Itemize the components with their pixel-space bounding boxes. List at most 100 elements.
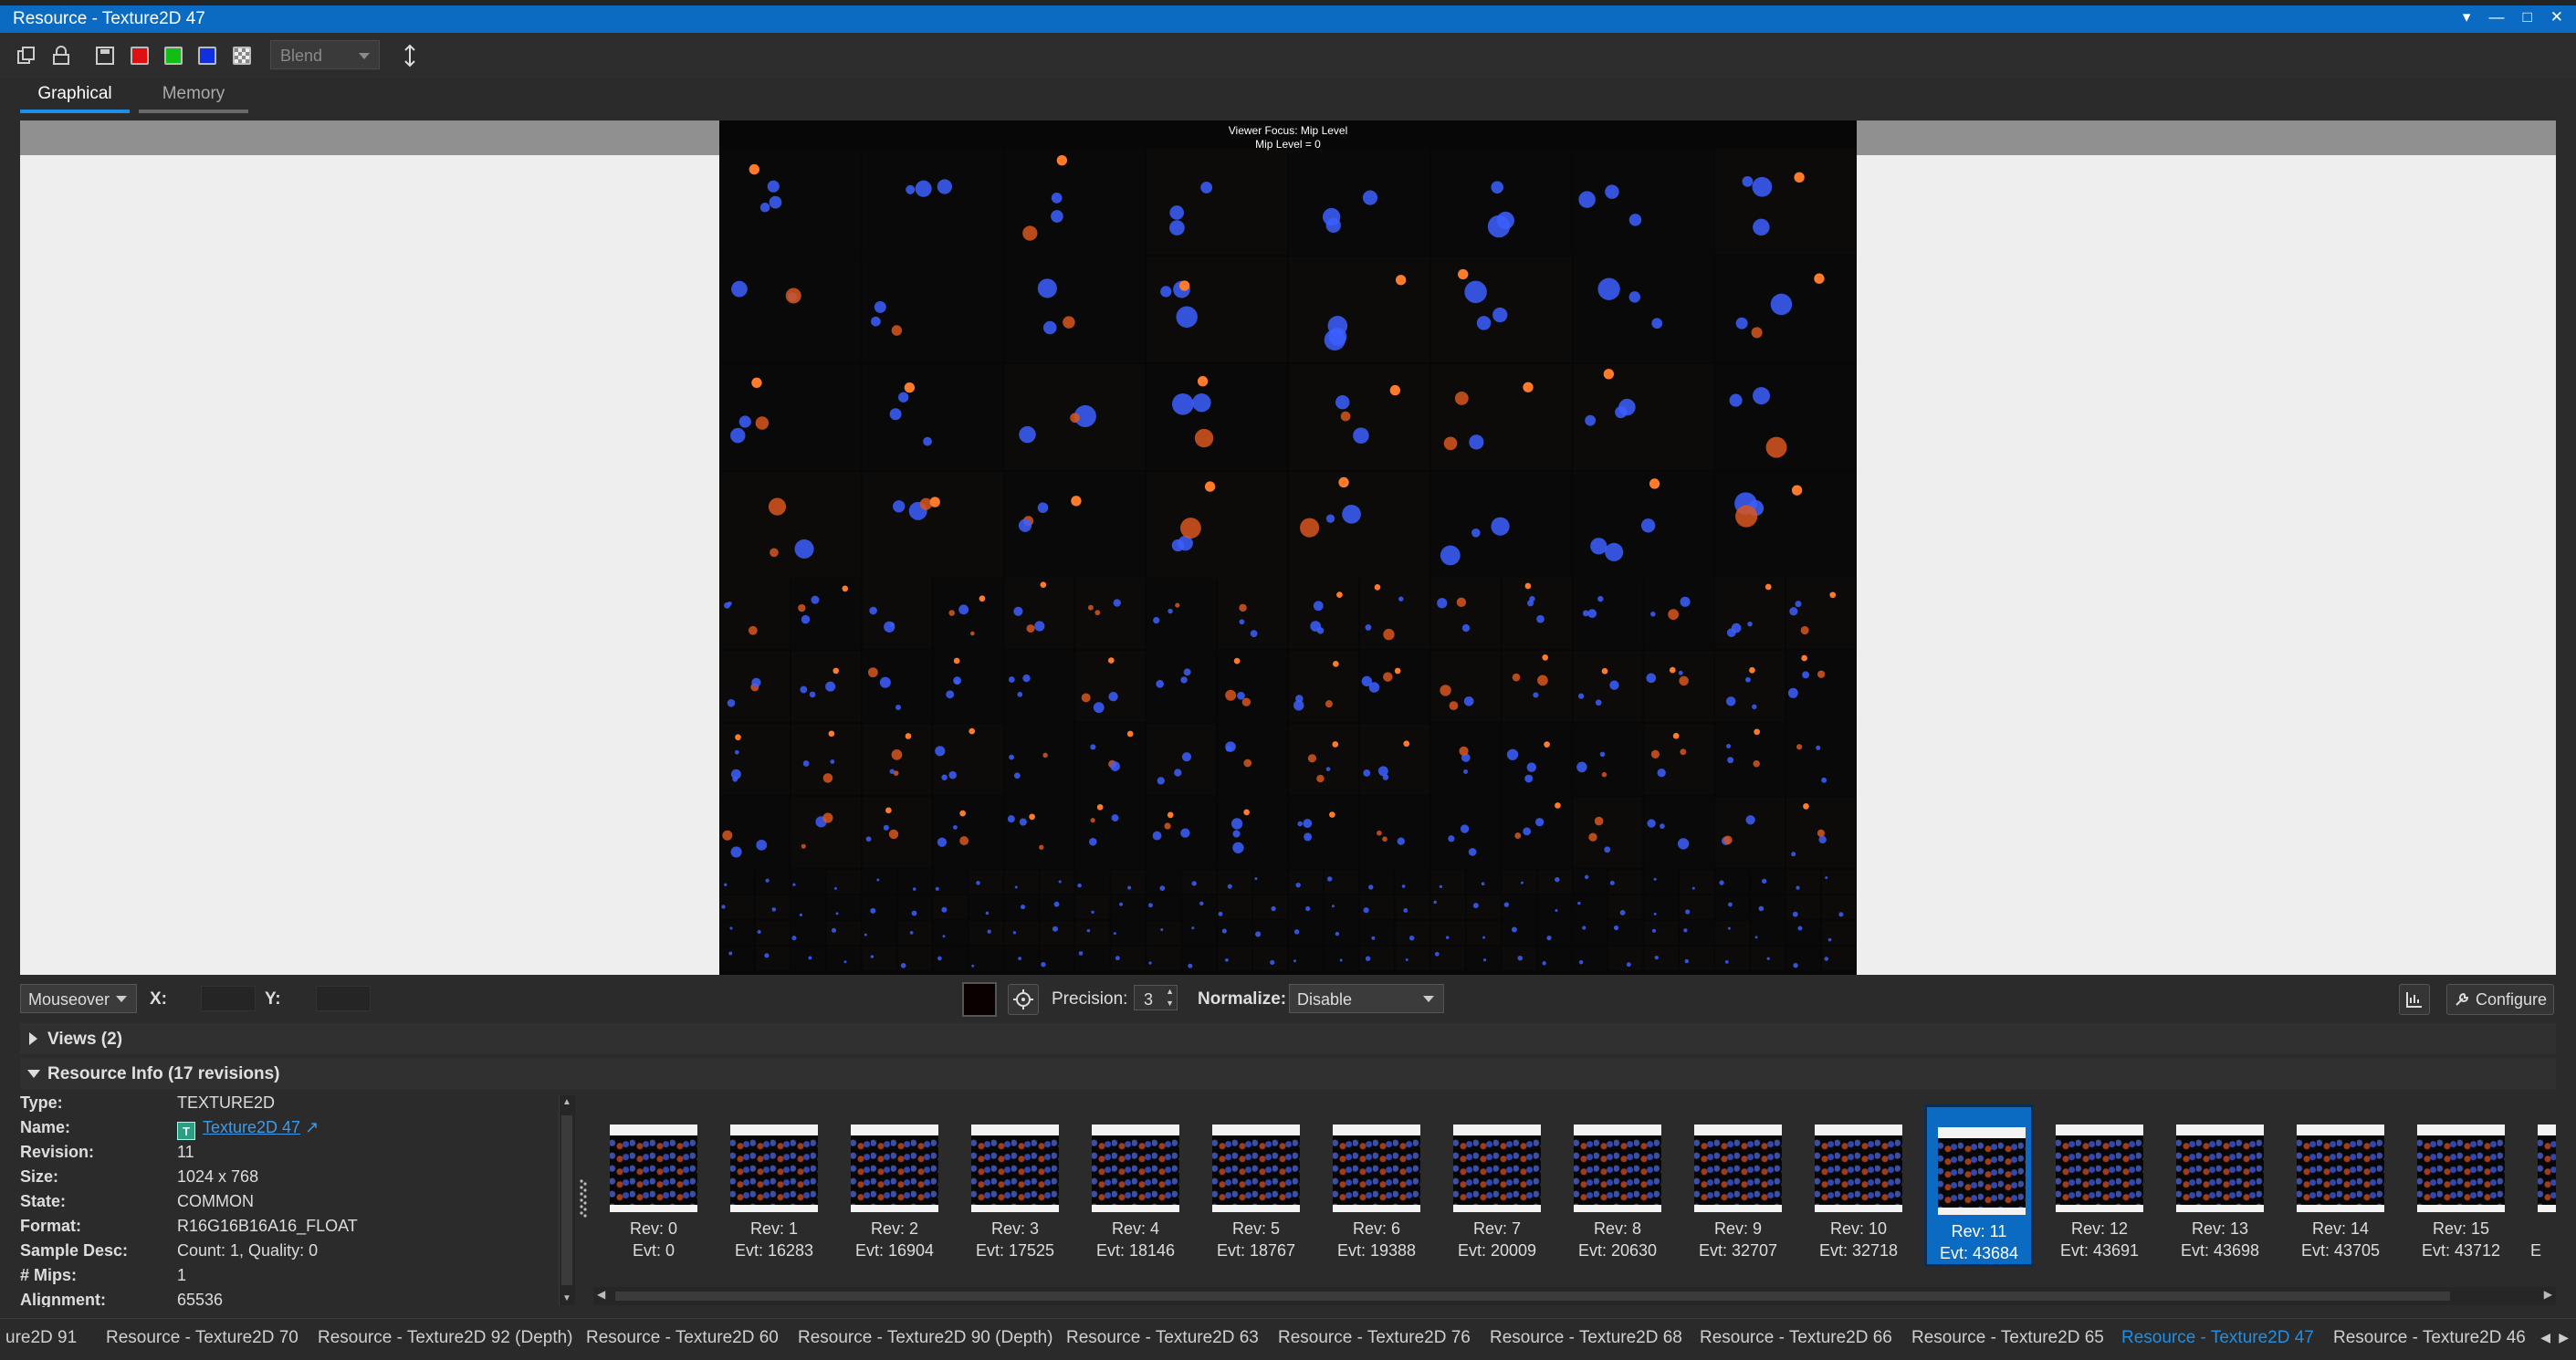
alpha-channel-toggle[interactable] [230, 44, 254, 68]
document-tab[interactable]: Resource - Texture2D 70 [106, 1328, 298, 1348]
revision-item[interactable]: Rev: 8 Evt: 20630 [1563, 1104, 1672, 1267]
document-tab[interactable]: Resource - Texture2D 92 (Depth) [318, 1328, 573, 1348]
revision-event: Evt: 18146 [1095, 1241, 1176, 1260]
document-tab[interactable]: Resource - Texture2D 68 [1490, 1328, 1682, 1348]
revision-event: Evt: 20630 [1577, 1241, 1658, 1260]
green-channel-toggle[interactable] [162, 44, 185, 68]
revision-thumbnail [2056, 1125, 2143, 1212]
crosshair-icon[interactable] [1008, 984, 1039, 1015]
revision-item[interactable]: Rev: 1 Evt: 16283 [719, 1104, 829, 1267]
document-tab[interactable]: Resource - Texture2D 66 [1700, 1328, 1892, 1348]
window-title: Resource - Texture2D 47 [13, 9, 205, 28]
copy-icon[interactable] [15, 44, 38, 68]
save-icon[interactable] [93, 44, 117, 68]
revision-label: Rev: 7 [1472, 1219, 1522, 1238]
document-tab[interactable]: Resource - Texture2D 63 [1066, 1328, 1259, 1348]
precision-label: Precision: [1052, 989, 1128, 1009]
blend-select[interactable]: Blend [270, 40, 380, 69]
wrench-icon [2456, 992, 2468, 1006]
red-channel-toggle[interactable] [128, 44, 152, 68]
chevron-down-icon [359, 53, 370, 59]
info-value: 65536 [177, 1291, 224, 1307]
document-tab[interactable]: Resource - Texture2D 76 [1278, 1328, 1471, 1348]
scroll-right-icon[interactable]: ▶ [2544, 1288, 2552, 1301]
revision-label: Rev: 11 [1951, 1222, 2007, 1240]
tab-scroll-left-icon[interactable]: ◀ [2540, 1330, 2550, 1345]
revision-item[interactable]: Rev: 14 Evt: 43705 [2286, 1104, 2395, 1267]
window-titlebar: Resource - Texture2D 47 ▾ — □ ✕ [0, 0, 2576, 33]
revision-item[interactable]: Rev: 3 Evt: 17525 [960, 1104, 1070, 1267]
blue-channel-toggle[interactable] [195, 44, 219, 68]
revision-item[interactable]: Rev: 10 Evt: 32718 [1804, 1104, 1913, 1267]
tab-graphical[interactable]: Graphical [20, 80, 130, 113]
dropdown-icon[interactable]: ▾ [2463, 8, 2471, 26]
info-value: R16G16B16A16_FLOAT [177, 1217, 358, 1235]
revision-item[interactable]: Rev: 9 Evt: 32707 [1683, 1104, 1793, 1267]
document-tab[interactable]: Resource - Texture2D 47 [2121, 1328, 2314, 1348]
info-key: # Mips: [20, 1266, 78, 1284]
scroll-left-icon[interactable]: ◀ [597, 1288, 605, 1301]
resource-info-section-header[interactable]: Resource Info (17 revisions) [20, 1058, 2556, 1089]
document-tab[interactable]: Resource - Texture2D 65 [1911, 1328, 2104, 1348]
info-key: Sample Desc: [20, 1241, 129, 1260]
minimize-icon[interactable]: — [2488, 8, 2504, 26]
revision-item[interactable]: Rev: 15 Evt: 43712 [2406, 1104, 2516, 1267]
close-icon[interactable]: ✕ [2550, 8, 2563, 26]
revision-item[interactable]: Rev: 11 Evt: 43684 [1924, 1104, 2034, 1267]
revision-scrollbar[interactable]: ◀ ▶ [593, 1287, 2556, 1305]
tab-scroll-right-icon[interactable]: ▶ [2559, 1330, 2569, 1345]
views-section-title: Views (2) [47, 1030, 123, 1049]
revision-label: Rev: 10 [1829, 1219, 1888, 1238]
revision-item[interactable]: E [2527, 1104, 2556, 1267]
pixel-status-bar: Mouseover X: Y: Precision: 3 ▲ ▼ Normali… [20, 982, 2556, 1017]
chevron-right-icon [29, 1032, 37, 1045]
maximize-icon[interactable]: □ [2522, 8, 2531, 26]
texture-image[interactable]: Viewer Focus: Mip Level Mip Level = 0 [719, 120, 1857, 975]
document-tab[interactable]: Resource - Texture2D 60 [586, 1328, 779, 1348]
revision-item[interactable]: Rev: 0 Evt: 0 [599, 1104, 708, 1267]
revision-thumbnail [2417, 1125, 2505, 1212]
revision-thumbnail [1815, 1125, 1902, 1212]
normalize-value: Disable [1297, 990, 1353, 1009]
revision-item[interactable]: Rev: 2 Evt: 16904 [840, 1104, 949, 1267]
external-link-icon[interactable]: ↗ [300, 1118, 319, 1136]
pixel-color-swatch [962, 982, 997, 1017]
histogram-icon[interactable] [2399, 984, 2430, 1015]
normalize-select[interactable]: Disable [1289, 984, 1444, 1013]
revision-thumbnail [1333, 1125, 1420, 1212]
scroll-thumb[interactable] [561, 1115, 572, 1285]
scroll-down-icon[interactable]: ▼ [562, 1293, 571, 1303]
revision-thumbnail [1694, 1125, 1782, 1212]
revision-item[interactable]: Rev: 12 Evt: 43691 [2045, 1104, 2154, 1267]
revision-item[interactable]: Rev: 5 Evt: 18767 [1201, 1104, 1311, 1267]
configure-button[interactable]: Configure [2446, 984, 2554, 1015]
info-value: TEXTURE2D [177, 1093, 276, 1112]
scroll-thumb[interactable] [615, 1292, 2450, 1301]
revision-event: Evt: 18767 [1216, 1241, 1296, 1260]
document-tab[interactable]: ure2D 91 [5, 1328, 77, 1348]
info-scrollbar[interactable]: ▲ ▼ [559, 1095, 575, 1305]
spin-down-icon[interactable]: ▼ [1166, 999, 1174, 1008]
views-section-header[interactable]: Views (2) [20, 1023, 2556, 1054]
revision-thumbnail [730, 1125, 818, 1212]
spin-up-icon[interactable]: ▲ [1166, 987, 1174, 996]
document-tab[interactable]: Resource - Texture2D 90 (Depth) [798, 1328, 1053, 1348]
chevron-down-icon [116, 996, 127, 1002]
splitter-handle[interactable] [579, 1177, 588, 1221]
tab-memory[interactable]: Memory [139, 80, 248, 113]
revision-item[interactable]: Rev: 6 Evt: 19388 [1322, 1104, 1431, 1267]
lock-icon[interactable] [49, 44, 73, 68]
revision-item[interactable]: Rev: 4 Evt: 18146 [1081, 1104, 1190, 1267]
scroll-up-icon[interactable]: ▲ [562, 1097, 571, 1107]
precision-spinbox[interactable]: 3 ▲ ▼ [1134, 985, 1178, 1010]
mouseover-mode-select[interactable]: Mouseover [20, 984, 137, 1013]
flip-vertical-icon[interactable] [398, 44, 422, 68]
document-tab[interactable]: Resource - Texture2D 46 [2333, 1328, 2526, 1348]
revision-item[interactable]: Rev: 7 Evt: 20009 [1442, 1104, 1552, 1267]
revision-event: E [2530, 1241, 2542, 1260]
revision-item[interactable]: Rev: 13 Evt: 43698 [2165, 1104, 2275, 1267]
revision-event: Evt: 32707 [1698, 1241, 1778, 1260]
viewer-focus-label: Viewer Focus: Mip Level [1228, 124, 1348, 137]
texture-viewer[interactable]: Viewer Focus: Mip Level Mip Level = 0 [20, 120, 2556, 975]
resource-name-link[interactable]: Texture2D 47 [203, 1118, 300, 1136]
